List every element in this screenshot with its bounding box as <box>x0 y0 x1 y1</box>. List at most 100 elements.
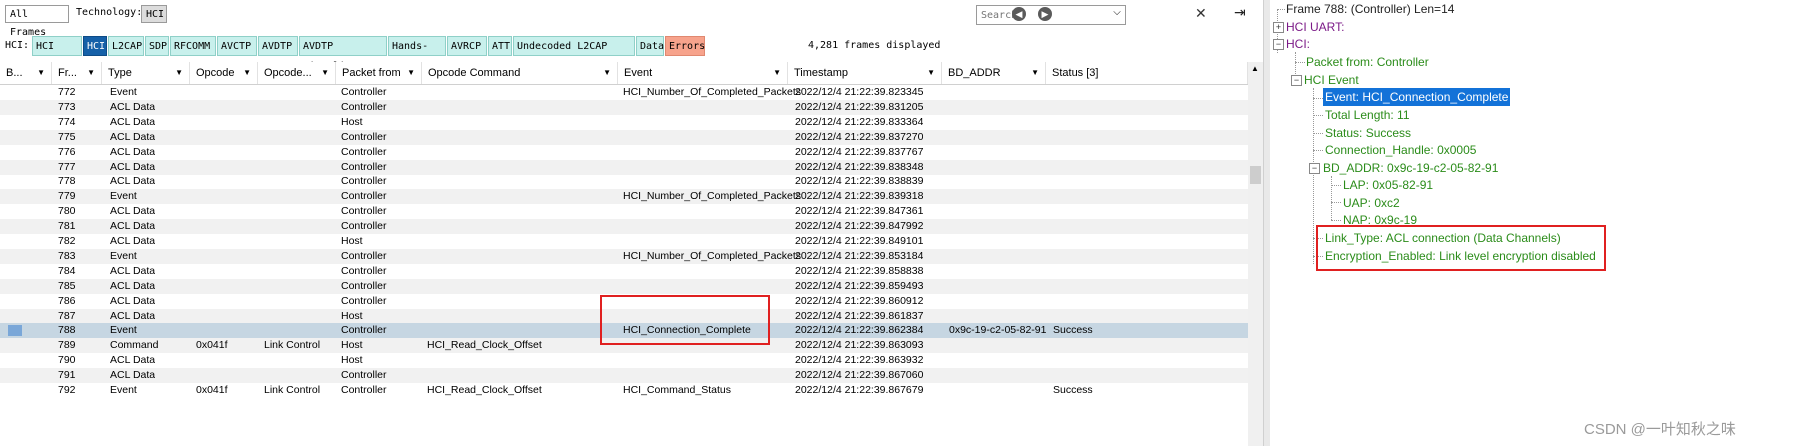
all-frames-button[interactable]: All Frames <box>5 5 69 38</box>
bookmark-icon[interactable] <box>8 325 22 337</box>
cell-ts: 2022/12/4 21:22:39.838839 <box>795 175 924 188</box>
table-row[interactable]: 778 ACL Data Controller 2022/12/4 21:22:39.… <box>0 174 1248 189</box>
table-row[interactable]: 779 Event Controller HCI_Number_Of_Complete… <box>0 189 1248 205</box>
tree-bd-addr[interactable]: BD_ADDR: 0x9c-19-c2-05-82-91 <box>1323 159 1498 177</box>
collapse-icon[interactable]: − <box>1309 163 1320 174</box>
filter-chip[interactable]: RFCOMM <box>170 36 216 56</box>
expand-icon[interactable]: + <box>1273 22 1284 33</box>
filter-chip[interactable]: AVCTP <box>217 36 257 56</box>
column-header[interactable]: Opcode ▼ <box>190 62 258 84</box>
column-header[interactable]: Event ▼ <box>618 62 788 84</box>
filter-chip[interactable]: HCI UART <box>32 36 82 72</box>
sort-arrow-icon[interactable]: ▼ <box>243 62 251 84</box>
cell-type: ACL Data <box>110 220 156 233</box>
sort-arrow-icon[interactable]: ▼ <box>927 62 935 84</box>
table-row[interactable]: 792 Event 0x041f Link Control Controller HCI_… <box>0 383 1248 398</box>
filter-chip[interactable]: Errors <box>665 36 705 56</box>
pane-divider[interactable] <box>1263 0 1270 446</box>
sort-arrow-icon[interactable]: ▼ <box>603 62 611 84</box>
scroll-thumb[interactable] <box>1250 166 1261 184</box>
tree-lap[interactable]: LAP: 0x05-82-91 <box>1343 176 1433 194</box>
column-header[interactable]: B... ▼ <box>0 62 52 84</box>
table-row[interactable]: 777 ACL Data Controller 2022/12/4 21:22:39.… <box>0 159 1248 175</box>
cell-ts: 2022/12/4 21:22:39.839318 <box>795 190 924 203</box>
frame-table: B... ▼ Fr... ▼ Type ▼ Opcode ▼ Opcode... ▼ Packet … <box>0 62 1248 446</box>
collapse-icon[interactable]: − <box>1273 39 1284 50</box>
highlight-box <box>600 295 770 345</box>
tree-connection-handle[interactable]: Connection_Handle: 0x0005 <box>1325 141 1476 159</box>
cell-frame: 781 <box>58 220 76 233</box>
filter-chip[interactable]: Data <box>636 36 664 56</box>
vertical-scrollbar[interactable]: ▲ <box>1248 62 1263 446</box>
previous-icon[interactable]: ◀ <box>1012 7 1026 21</box>
cell-frame: 775 <box>58 130 76 143</box>
filter-chip[interactable]: Hands-Free <box>388 36 446 72</box>
tree-hci-event[interactable]: HCI Event <box>1304 71 1359 89</box>
tree-status[interactable]: Status: Success <box>1325 124 1411 142</box>
next-icon[interactable]: ▶ <box>1038 7 1052 21</box>
tree-event-selected[interactable]: Event: HCI_Connection_Complete <box>1323 88 1511 106</box>
table-row[interactable]: 791 ACL Data Controller 2022/12/4 21:22:39.… <box>0 368 1248 384</box>
table-row[interactable]: 775 ACL Data Controller 2022/12/4 21:22:39.… <box>0 129 1248 145</box>
watermark: CSDN @一叶知秋之味 <box>1584 421 1736 438</box>
sort-arrow-icon[interactable]: ▼ <box>773 62 781 84</box>
cell-frame: 791 <box>58 369 76 382</box>
column-header[interactable]: Status [3] <box>1046 62 1248 84</box>
sort-arrow-icon[interactable]: ▼ <box>87 62 95 84</box>
scroll-up-icon[interactable]: ▲ <box>1251 64 1259 73</box>
table-row[interactable]: 774 ACL Data Host 2022/12/4 21:22:39.833364 <box>0 115 1248 130</box>
sort-arrow-icon[interactable]: ▼ <box>175 62 183 84</box>
cell-ogroup: Link Control <box>264 339 321 352</box>
column-header[interactable]: Packet from ▼ <box>336 62 422 84</box>
tree-uap[interactable]: UAP: 0xc2 <box>1343 194 1400 212</box>
chevron-down-icon[interactable]: ⌵ <box>1110 7 1124 21</box>
cell-type: Event <box>110 190 137 203</box>
technology-select[interactable]: HCI <box>141 5 167 23</box>
filter-chip[interactable]: AVDTP Signaling <box>299 36 387 72</box>
filter-chip[interactable]: AVRCP <box>447 36 487 56</box>
cell-ts: 2022/12/4 21:22:39.847361 <box>795 205 924 218</box>
table-row[interactable]: 784 ACL Data Controller 2022/12/4 21:22:39.… <box>0 264 1248 279</box>
sort-arrow-icon[interactable]: ▼ <box>1031 62 1039 84</box>
column-header[interactable]: Fr... ▼ <box>52 62 102 84</box>
cell-ts: 2022/12/4 21:22:39.867060 <box>795 369 924 382</box>
table-row[interactable]: 785 ACL Data Controller 2022/12/4 21:22:39.… <box>0 278 1248 294</box>
filter-chip[interactable]: SDP <box>145 36 169 56</box>
filter-chip[interactable]: HCI <box>83 36 107 56</box>
cell-type: ACL Data <box>110 264 156 277</box>
column-header[interactable]: Timestamp ▼ <box>788 62 942 84</box>
tree-total-length[interactable]: Total Length: 11 <box>1325 106 1410 124</box>
sort-arrow-icon[interactable]: ▼ <box>407 62 415 84</box>
filter-chip[interactable]: L2CAP <box>108 36 144 56</box>
collapse-icon[interactable]: − <box>1291 75 1302 86</box>
sort-arrow-icon[interactable]: ▼ <box>321 62 329 84</box>
column-header[interactable]: BD_ADDR ▼ <box>942 62 1046 84</box>
column-header[interactable]: Type ▼ <box>102 62 190 84</box>
table-row[interactable]: 773 ACL Data Controller 2022/12/4 21:22:39.… <box>0 99 1248 115</box>
sort-arrow-icon[interactable]: ▼ <box>37 62 45 84</box>
table-row[interactable]: 782 ACL Data Host 2022/12/4 21:22:39.849101 <box>0 234 1248 249</box>
table-row[interactable]: 783 Event Controller HCI_Number_Of_Complete… <box>0 248 1248 264</box>
cell-frame: 778 <box>58 175 76 188</box>
table-row[interactable]: 781 ACL Data Controller 2022/12/4 21:22:39.… <box>0 219 1248 235</box>
table-row[interactable]: 776 ACL Data Controller 2022/12/4 21:22:39.… <box>0 145 1248 160</box>
tree-packet-from[interactable]: Packet from: Controller <box>1306 53 1429 71</box>
tree-hci[interactable]: HCI: <box>1286 35 1310 53</box>
column-header[interactable]: Opcode Command ▼ <box>422 62 618 84</box>
tree-frame[interactable]: Frame 788: (Controller) Len=14 <box>1286 0 1454 18</box>
filter-chip[interactable]: AVDTP <box>258 36 298 56</box>
tree-hci-uart[interactable]: HCI UART: <box>1286 18 1344 36</box>
cell-from: Host <box>341 115 363 128</box>
filter-chip[interactable]: ATT <box>488 36 512 56</box>
export-icon[interactable]: ⇥ <box>1234 4 1250 22</box>
cell-ts: 2022/12/4 21:22:39.860912 <box>795 294 924 307</box>
cell-from: Controller <box>341 249 387 262</box>
table-row[interactable]: 780 ACL Data Controller 2022/12/4 21:22:39.… <box>0 204 1248 219</box>
table-row[interactable]: 790 ACL Data Host 2022/12/4 21:22:39.863932 <box>0 353 1248 368</box>
cell-frame: 777 <box>58 160 76 173</box>
column-header[interactable]: Opcode... ▼ <box>258 62 336 84</box>
filter-chip[interactable]: Undecoded L2CAP Frame <box>513 36 635 72</box>
table-row[interactable]: 772 Event Controller HCI_Number_Of_Complete… <box>0 85 1248 100</box>
cell-type: ACL Data <box>110 205 156 218</box>
close-icon[interactable]: ✕ <box>1195 5 1207 22</box>
